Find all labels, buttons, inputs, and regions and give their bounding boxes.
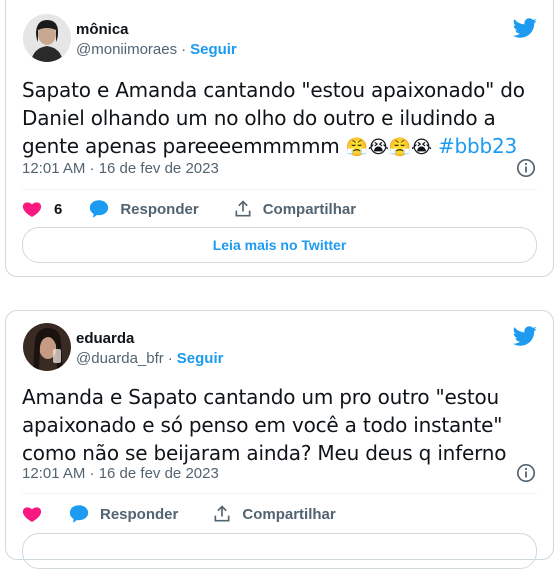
author-handle[interactable]: @duarda_bfr (76, 350, 164, 367)
share-icon (235, 200, 251, 217)
action-bar: 6 Responder Compartilhar (22, 198, 537, 220)
tweet-timestamp[interactable]: 12:01 AM · 16 de fev de 2023 (22, 465, 219, 482)
reply-label: Responder (100, 505, 179, 523)
separator-dot: · (181, 41, 187, 58)
tweet-text: Sapato e Amanda cantando "estou apaixona… (22, 76, 539, 162)
hashtag-link[interactable]: #bbb23 (438, 134, 517, 158)
divider (22, 493, 537, 494)
action-bar: Responder Compartilhar (22, 503, 537, 525)
twitter-bird-icon[interactable] (513, 16, 537, 40)
avatar[interactable] (23, 14, 71, 62)
reply-label: Responder (120, 200, 199, 218)
twitter-bird-icon[interactable] (513, 324, 537, 348)
info-icon[interactable] (516, 158, 536, 178)
author-name[interactable]: eduarda (76, 330, 134, 347)
read-more-button-partial[interactable] (22, 533, 537, 569)
share-button[interactable]: Compartilhar (233, 199, 356, 219)
tweet-card-1: mônica @moniimoraes · Seguir Sapato e Aman… (5, 0, 554, 277)
like-button[interactable]: 6 (22, 199, 62, 219)
author-handle[interactable]: @moniimoraes (76, 41, 177, 58)
reply-button[interactable]: Responder (88, 198, 199, 220)
reply-button[interactable]: Responder (68, 503, 178, 525)
like-button[interactable] (22, 504, 42, 524)
author-name[interactable]: mônica (76, 21, 129, 38)
share-button[interactable]: Compartilhar (212, 504, 336, 524)
tweet-body: Amanda e Sapato cantando um pro outro "e… (22, 385, 507, 465)
tweet-text: Amanda e Sapato cantando um pro outro "e… (22, 383, 539, 467)
tweet-card-2: eduarda @duarda_bfr · Seguir Amanda e Sapa… (5, 310, 554, 569)
tweet-timestamp[interactable]: 12:01 AM · 16 de fev de 2023 (22, 160, 219, 177)
heart-icon (22, 507, 42, 522)
share-label: Compartilhar (242, 505, 336, 523)
reply-bubble-icon (90, 200, 109, 218)
share-label: Compartilhar (262, 200, 357, 218)
author-handle-line: @moniimoraes · Seguir (76, 41, 237, 58)
emoji-sequence: 😤😭😤😭 (345, 137, 432, 158)
heart-icon (22, 202, 42, 217)
follow-button[interactable]: Seguir (190, 41, 237, 58)
separator-dot: · (167, 350, 173, 367)
share-icon (214, 505, 230, 522)
like-count: 6 (54, 200, 63, 218)
follow-button[interactable]: Seguir (177, 350, 224, 367)
divider (22, 189, 537, 190)
read-more-button[interactable]: Leia mais no Twitter (22, 227, 537, 263)
author-handle-line: @duarda_bfr · Seguir (76, 350, 223, 367)
info-icon[interactable] (516, 463, 536, 483)
avatar[interactable] (23, 323, 71, 371)
reply-bubble-icon (69, 505, 89, 523)
